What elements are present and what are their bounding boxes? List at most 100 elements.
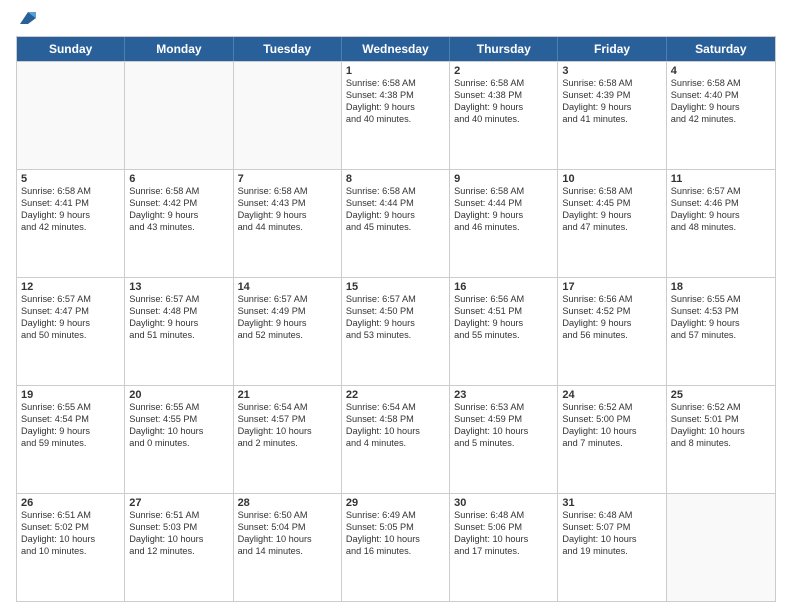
day-number: 9 [454, 173, 553, 185]
cell-line: Sunrise: 6:55 AM [129, 402, 228, 414]
day-cell-30: 30Sunrise: 6:48 AMSunset: 5:06 PMDayligh… [450, 494, 558, 601]
cell-line: and 14 minutes. [238, 546, 337, 558]
day-cell-19: 19Sunrise: 6:55 AMSunset: 4:54 PMDayligh… [17, 386, 125, 493]
day-number: 6 [129, 173, 228, 185]
day-cell-11: 11Sunrise: 6:57 AMSunset: 4:46 PMDayligh… [667, 170, 775, 277]
cell-line: Sunset: 4:59 PM [454, 414, 553, 426]
cell-line: Sunrise: 6:57 AM [238, 294, 337, 306]
cell-line: Sunset: 4:51 PM [454, 306, 553, 318]
cell-line: Sunrise: 6:48 AM [562, 510, 661, 522]
cell-line: Sunrise: 6:58 AM [129, 186, 228, 198]
day-number: 26 [21, 497, 120, 509]
logo [16, 12, 38, 28]
cell-line: Sunset: 5:04 PM [238, 522, 337, 534]
cell-line: Daylight: 10 hours [454, 426, 553, 438]
header-day-wednesday: Wednesday [342, 37, 450, 61]
cell-line: and 42 minutes. [671, 114, 771, 126]
cell-line: and 5 minutes. [454, 438, 553, 450]
day-cell-29: 29Sunrise: 6:49 AMSunset: 5:05 PMDayligh… [342, 494, 450, 601]
cell-line: Sunrise: 6:57 AM [671, 186, 771, 198]
cell-line: Daylight: 9 hours [454, 102, 553, 114]
day-number: 15 [346, 281, 445, 293]
cell-line: Sunrise: 6:57 AM [346, 294, 445, 306]
cell-line: Sunrise: 6:58 AM [562, 186, 661, 198]
cell-line: Daylight: 9 hours [21, 318, 120, 330]
day-number: 21 [238, 389, 337, 401]
cell-line: Daylight: 9 hours [21, 426, 120, 438]
day-cell-3: 3Sunrise: 6:58 AMSunset: 4:39 PMDaylight… [558, 62, 666, 169]
calendar-row-2: 12Sunrise: 6:57 AMSunset: 4:47 PMDayligh… [17, 277, 775, 385]
cell-line: and 46 minutes. [454, 222, 553, 234]
day-cell-8: 8Sunrise: 6:58 AMSunset: 4:44 PMDaylight… [342, 170, 450, 277]
day-cell-14: 14Sunrise: 6:57 AMSunset: 4:49 PMDayligh… [234, 278, 342, 385]
cell-line: and 56 minutes. [562, 330, 661, 342]
cell-line: Daylight: 9 hours [346, 210, 445, 222]
calendar: SundayMondayTuesdayWednesdayThursdayFrid… [16, 36, 776, 602]
cell-line: Sunset: 4:54 PM [21, 414, 120, 426]
day-cell-9: 9Sunrise: 6:58 AMSunset: 4:44 PMDaylight… [450, 170, 558, 277]
cell-line: Daylight: 10 hours [346, 426, 445, 438]
cell-line: Sunset: 4:57 PM [238, 414, 337, 426]
cell-line: Daylight: 9 hours [562, 210, 661, 222]
header-day-sunday: Sunday [17, 37, 125, 61]
calendar-header: SundayMondayTuesdayWednesdayThursdayFrid… [17, 37, 775, 61]
cell-line: Sunrise: 6:49 AM [346, 510, 445, 522]
cell-line: Sunrise: 6:58 AM [238, 186, 337, 198]
day-number: 24 [562, 389, 661, 401]
day-number: 10 [562, 173, 661, 185]
cell-line: Sunset: 4:47 PM [21, 306, 120, 318]
empty-cell-0-1 [125, 62, 233, 169]
cell-line: and 45 minutes. [346, 222, 445, 234]
cell-line: and 17 minutes. [454, 546, 553, 558]
day-number: 8 [346, 173, 445, 185]
header-day-thursday: Thursday [450, 37, 558, 61]
cell-line: Sunset: 5:01 PM [671, 414, 771, 426]
calendar-row-1: 5Sunrise: 6:58 AMSunset: 4:41 PMDaylight… [17, 169, 775, 277]
cell-line: Sunset: 4:50 PM [346, 306, 445, 318]
cell-line: Sunset: 4:52 PM [562, 306, 661, 318]
cell-line: and 40 minutes. [346, 114, 445, 126]
cell-line: Sunrise: 6:56 AM [454, 294, 553, 306]
cell-line: Sunrise: 6:55 AM [21, 402, 120, 414]
cell-line: Daylight: 9 hours [671, 210, 771, 222]
cell-line: Daylight: 9 hours [671, 318, 771, 330]
cell-line: and 42 minutes. [21, 222, 120, 234]
day-number: 1 [346, 65, 445, 77]
cell-line: Sunset: 5:00 PM [562, 414, 661, 426]
calendar-row-0: 1Sunrise: 6:58 AMSunset: 4:38 PMDaylight… [17, 61, 775, 169]
cell-line: and 40 minutes. [454, 114, 553, 126]
day-cell-7: 7Sunrise: 6:58 AMSunset: 4:43 PMDaylight… [234, 170, 342, 277]
cell-line: Daylight: 9 hours [238, 318, 337, 330]
cell-line: and 43 minutes. [129, 222, 228, 234]
cell-line: Daylight: 10 hours [562, 426, 661, 438]
cell-line: Daylight: 9 hours [671, 102, 771, 114]
day-cell-28: 28Sunrise: 6:50 AMSunset: 5:04 PMDayligh… [234, 494, 342, 601]
day-cell-13: 13Sunrise: 6:57 AMSunset: 4:48 PMDayligh… [125, 278, 233, 385]
cell-line: and 50 minutes. [21, 330, 120, 342]
cell-line: Sunrise: 6:51 AM [21, 510, 120, 522]
cell-line: Sunrise: 6:51 AM [129, 510, 228, 522]
cell-line: Sunrise: 6:58 AM [21, 186, 120, 198]
cell-line: and 0 minutes. [129, 438, 228, 450]
cell-line: Sunset: 4:38 PM [454, 90, 553, 102]
day-cell-22: 22Sunrise: 6:54 AMSunset: 4:58 PMDayligh… [342, 386, 450, 493]
cell-line: Sunrise: 6:53 AM [454, 402, 553, 414]
day-cell-21: 21Sunrise: 6:54 AMSunset: 4:57 PMDayligh… [234, 386, 342, 493]
cell-line: and 7 minutes. [562, 438, 661, 450]
cell-line: and 52 minutes. [238, 330, 337, 342]
day-cell-23: 23Sunrise: 6:53 AMSunset: 4:59 PMDayligh… [450, 386, 558, 493]
cell-line: Sunset: 5:06 PM [454, 522, 553, 534]
cell-line: Sunrise: 6:50 AM [238, 510, 337, 522]
cell-line: and 16 minutes. [346, 546, 445, 558]
cell-line: Daylight: 10 hours [562, 534, 661, 546]
cell-line: Sunrise: 6:54 AM [238, 402, 337, 414]
cell-line: Sunset: 5:03 PM [129, 522, 228, 534]
cell-line: Sunrise: 6:57 AM [21, 294, 120, 306]
day-number: 3 [562, 65, 661, 77]
cell-line: Sunset: 4:55 PM [129, 414, 228, 426]
cell-line: Sunset: 4:40 PM [671, 90, 771, 102]
cell-line: Daylight: 9 hours [454, 318, 553, 330]
day-cell-24: 24Sunrise: 6:52 AMSunset: 5:00 PMDayligh… [558, 386, 666, 493]
cell-line: and 19 minutes. [562, 546, 661, 558]
cell-line: Sunrise: 6:58 AM [454, 186, 553, 198]
